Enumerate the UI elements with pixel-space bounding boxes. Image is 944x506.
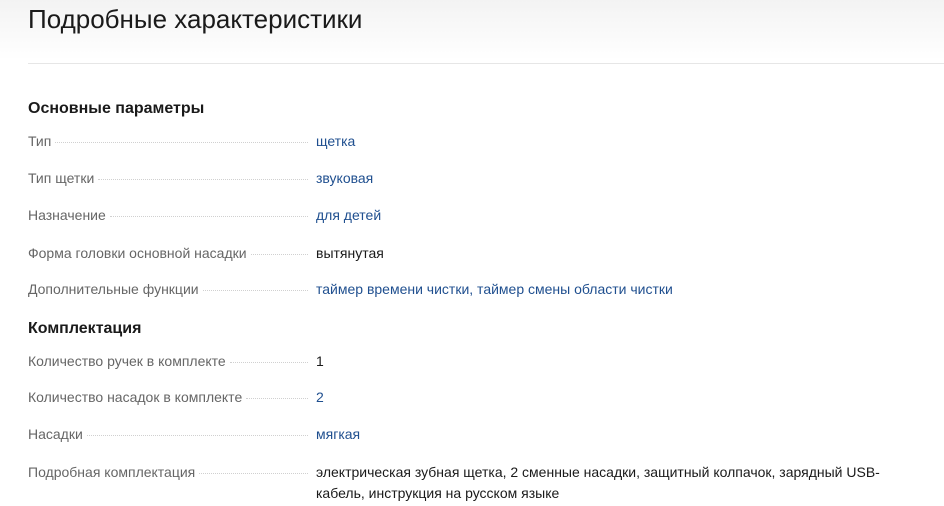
dotted-leader <box>55 141 308 143</box>
spec-row-handles-count: Количество ручек в комплекте 1 <box>28 351 928 375</box>
spec-row-head-shape: Форма головки основной насадки вытянутая <box>28 243 928 267</box>
spec-value: вытянутая <box>316 245 384 261</box>
spec-value-link[interactable]: мягкая <box>316 424 928 445</box>
dotted-leader <box>246 397 308 399</box>
dotted-leader <box>86 434 308 436</box>
spec-value-link[interactable]: таймер времени чистки, таймер смены обла… <box>316 279 928 300</box>
dotted-leader <box>98 178 308 180</box>
spec-value-link[interactable]: звуковая <box>316 168 928 189</box>
spec-label: Насадки <box>28 426 308 442</box>
divider <box>28 63 944 64</box>
spec-row-extra-functions: Дополнительные функции таймер времени чи… <box>28 279 928 303</box>
spec-row-brush-type: Тип щетки звуковая <box>28 168 928 192</box>
dotted-leader <box>109 215 308 217</box>
spec-value: электрическая зубная щетка, 2 сменные на… <box>316 464 880 501</box>
spec-label: Подробная комплектация <box>28 464 308 480</box>
spec-label: Количество насадок в комплекте <box>28 389 308 405</box>
dotted-leader <box>229 361 308 363</box>
spec-value-link[interactable]: для детей <box>316 205 928 226</box>
dotted-leader <box>202 289 308 291</box>
section-heading-package: Комплектация <box>28 320 142 337</box>
spec-label: Тип щетки <box>28 170 308 186</box>
spec-row-type: Тип щетка <box>28 131 928 155</box>
spec-value-link[interactable]: щетка <box>316 131 928 152</box>
spec-label: Назначение <box>28 207 308 223</box>
spec-label: Тип <box>28 133 308 149</box>
spec-row-heads: Насадки мягкая <box>28 424 928 448</box>
spec-row-package-details: Подробная комплектация электрическая зуб… <box>28 462 928 506</box>
spec-row-heads-count: Количество насадок в комплекте 2 <box>28 387 928 411</box>
spec-label: Форма головки основной насадки <box>28 245 308 261</box>
page-title: Подробные характеристики <box>28 4 363 34</box>
spec-label: Количество ручек в комплекте <box>28 353 308 369</box>
dotted-leader <box>199 472 308 474</box>
section-heading-main-params: Основные параметры <box>28 100 205 117</box>
spec-label: Дополнительные функции <box>28 281 308 297</box>
spec-value: 1 <box>316 353 324 369</box>
dotted-leader <box>250 253 308 255</box>
spec-row-purpose: Назначение для детей <box>28 205 928 229</box>
spec-value-link[interactable]: 2 <box>316 387 928 408</box>
